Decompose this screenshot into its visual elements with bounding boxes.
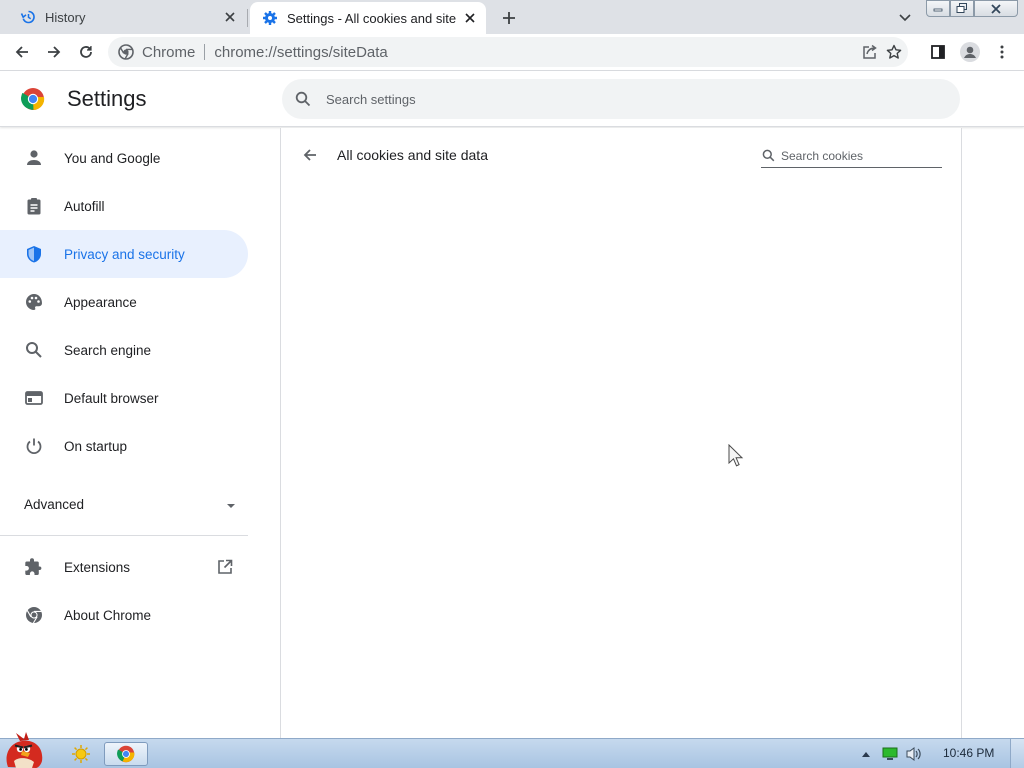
more-vert-icon (1000, 45, 1004, 59)
advanced-toggle[interactable]: Advanced (24, 494, 236, 514)
sidebar-item-about-chrome[interactable]: About Chrome (0, 591, 248, 639)
sidebar-item-label: Privacy and security (64, 246, 185, 262)
profile-button[interactable] (956, 38, 984, 66)
reload-icon (80, 46, 92, 58)
close-icon[interactable] (460, 8, 480, 28)
window-controls (926, 0, 1020, 18)
show-desktop-button[interactable] (1010, 739, 1024, 768)
sidebar-item-label: You and Google (64, 150, 161, 166)
tab-strip: History Settings - All cookies and site … (0, 0, 1024, 34)
card-title: All cookies and site data (337, 147, 488, 163)
back-button[interactable] (8, 38, 36, 66)
close-icon (991, 3, 1001, 14)
restore-icon (956, 3, 967, 13)
sidebar-item-label: Appearance (64, 294, 137, 310)
clipboard-icon (24, 196, 44, 216)
search-settings-field[interactable] (282, 79, 960, 119)
search-cookies-field[interactable] (761, 144, 942, 168)
search-icon (761, 149, 775, 163)
system-tray (856, 743, 928, 765)
arrow-left-icon (303, 149, 316, 161)
search-icon (294, 90, 312, 108)
network-icon[interactable] (880, 744, 900, 764)
page-title: Settings (67, 86, 147, 111)
sidebar-item-on-startup[interactable]: On startup (0, 422, 248, 470)
sidebar-item-label: On startup (64, 438, 128, 454)
site-data-card: All cookies and site data (280, 128, 962, 738)
chrome-icon (24, 605, 44, 625)
url-text[interactable]: chrome://settings/siteData (214, 44, 387, 61)
sidebar-item-you-and-google[interactable]: You and Google (0, 134, 248, 182)
reload-button[interactable] (72, 38, 100, 66)
window-close-button[interactable] (974, 0, 1018, 17)
gear-icon (262, 10, 278, 26)
restore-button[interactable] (950, 0, 974, 17)
power-icon (24, 436, 44, 456)
palette-icon (24, 292, 44, 312)
puzzle-icon (24, 557, 44, 577)
tab-title: History (45, 9, 86, 25)
side-panel-button[interactable] (924, 38, 952, 66)
volume-icon[interactable] (904, 744, 924, 764)
settings-sidebar: You and Google Autofill Privacy and secu… (0, 128, 256, 738)
tab-history[interactable]: History (8, 0, 246, 34)
forward-button[interactable] (40, 38, 68, 66)
sidebar-item-privacy-and-security[interactable]: Privacy and security (0, 230, 248, 278)
sidebar-item-label: Autofill (64, 198, 105, 214)
sidebar-item-label: Default browser (64, 390, 159, 406)
menu-button[interactable] (988, 38, 1016, 66)
settings-header: Settings (0, 71, 1024, 127)
chrome-site-icon[interactable] (118, 44, 134, 60)
back-arrow-button[interactable] (299, 144, 321, 166)
mouse-cursor-icon (728, 444, 744, 467)
minimize-button[interactable] (926, 0, 950, 17)
sidebar-item-appearance[interactable]: Appearance (0, 278, 248, 326)
sidebar-item-label: About Chrome (64, 607, 152, 623)
taskbar-clock[interactable]: 10:46 PM (943, 746, 994, 760)
sidebar-divider (0, 535, 248, 536)
search-settings-input[interactable] (326, 91, 826, 107)
open-in-new-icon[interactable] (216, 558, 234, 576)
search-icon (24, 340, 44, 360)
side-panel-icon (931, 45, 945, 59)
chrome-logo-icon (21, 87, 45, 111)
chrome-logo-icon (117, 745, 135, 763)
start-button-icon[interactable] (2, 731, 48, 768)
tab-search-button[interactable] (894, 7, 916, 29)
person-icon (24, 148, 44, 168)
sidebar-item-label: Search engine (64, 342, 152, 358)
arrow-left-icon (15, 46, 28, 58)
minimize-icon (933, 8, 943, 11)
arrow-right-icon (48, 46, 61, 58)
taskbar-app-chrome[interactable] (104, 742, 148, 766)
taskbar-app-weather-icon[interactable] (68, 742, 94, 766)
os-taskbar: 10:46 PM (0, 732, 1024, 768)
new-tab-button[interactable] (497, 6, 521, 30)
sidebar-item-label: Extensions (64, 559, 131, 575)
sidebar-item-default-browser[interactable]: Default browser (0, 374, 248, 422)
history-icon (20, 9, 36, 25)
search-cookies-input[interactable] (781, 148, 931, 163)
avatar-icon (960, 42, 980, 62)
omnibox-chip-label: Chrome (142, 43, 196, 61)
omnibox[interactable]: Chrome chrome://settings/siteData (108, 37, 908, 67)
chevron-down-icon (899, 14, 911, 22)
tab-divider (247, 9, 248, 27)
bookmark-star-icon[interactable] (886, 44, 902, 60)
tray-expand-icon[interactable] (856, 744, 876, 764)
share-icon[interactable] (862, 44, 878, 60)
caret-down-icon (226, 497, 236, 512)
omnibox-separator (204, 44, 206, 60)
shield-icon (24, 244, 44, 264)
sidebar-item-extensions[interactable]: Extensions (0, 543, 248, 591)
browser-window-icon (24, 388, 44, 408)
tab-title: Settings - All cookies and site data (287, 10, 460, 26)
advanced-label: Advanced (24, 496, 85, 512)
tab-settings[interactable]: Settings - All cookies and site data (250, 2, 486, 34)
sidebar-item-search-engine[interactable]: Search engine (0, 326, 248, 374)
close-icon[interactable] (220, 7, 240, 27)
sidebar-item-autofill[interactable]: Autofill (0, 182, 248, 230)
browser-toolbar: Chrome chrome://settings/siteData (0, 34, 1024, 71)
plus-icon (503, 12, 515, 24)
